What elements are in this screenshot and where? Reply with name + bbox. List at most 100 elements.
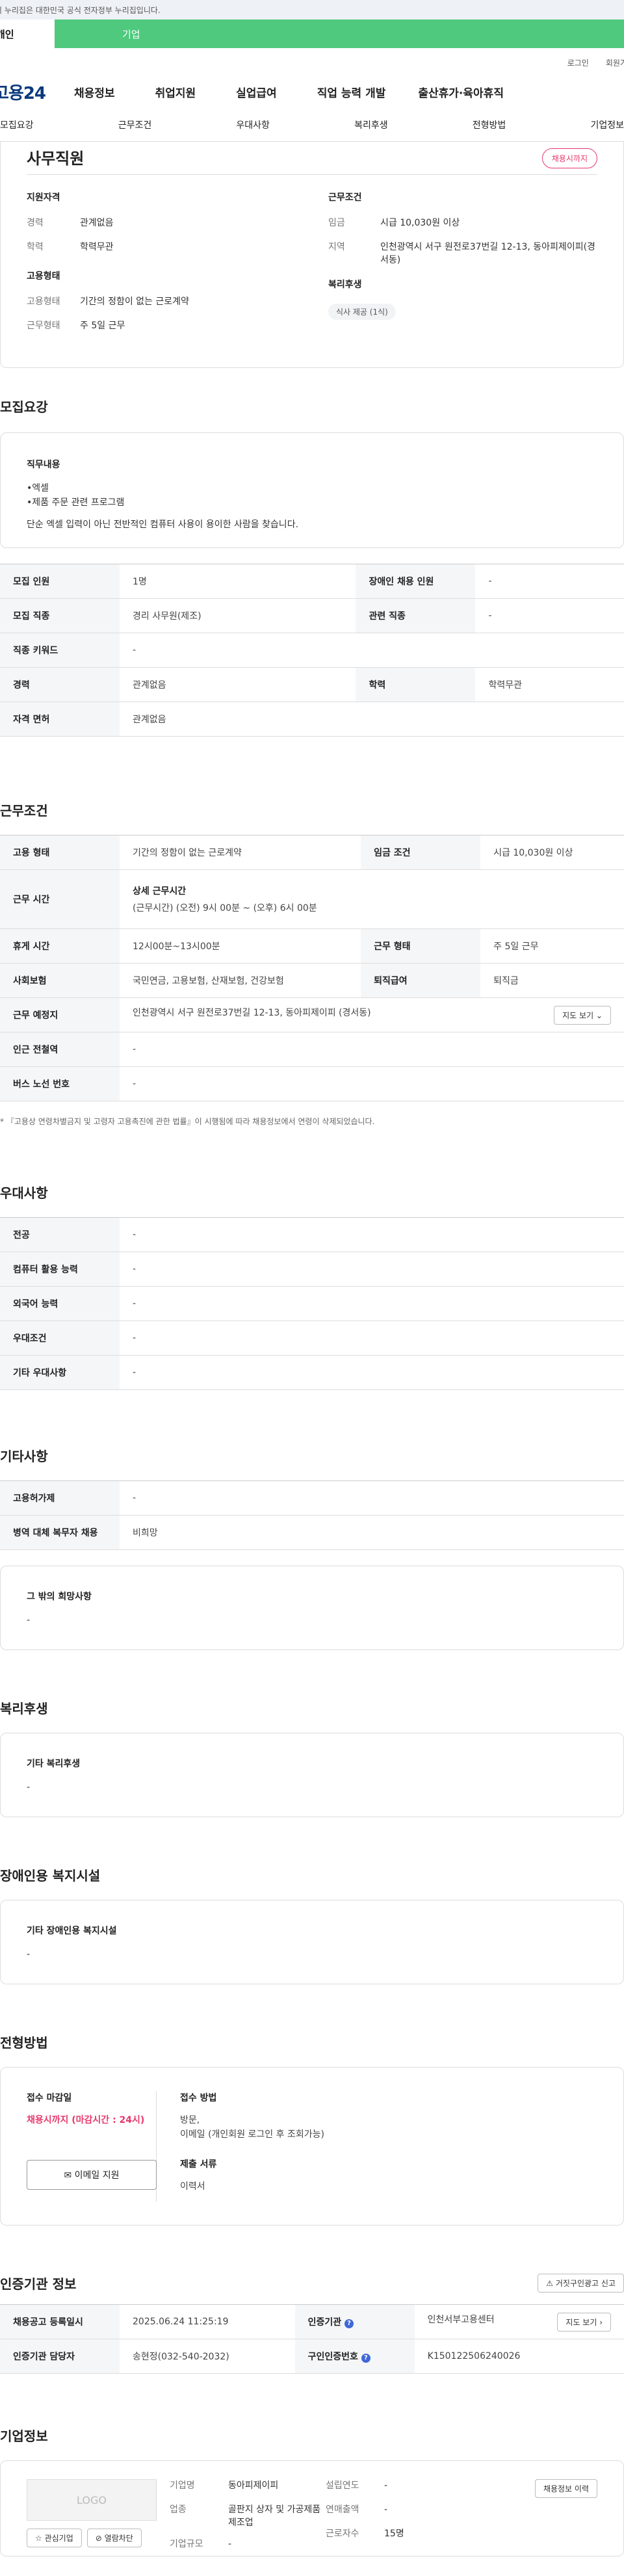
site-logo[interactable]: 고용24	[0, 80, 74, 104]
cell-value: 12시00분~13시00분	[120, 928, 361, 964]
work-table: 고용 형태 기간의 정함이 없는 근로계약 임금 조건 시급 10,030원 이상 근…	[0, 835, 624, 1101]
job-desc-line: 단순 엑셀 입력이 아닌 전반적인 컴퓨터 사용이 용이한 사람을 찾습니다.	[27, 519, 299, 530]
global-nav: 고용24 채용정보 취업지원 실업급여 직업 능력 개발 출산휴가·육아휴직	[0, 75, 624, 108]
age-note: * 『고용상 연령차별금지 및 고령자 고용촉진에 관한 법률』이 시행됨에 따…	[0, 1117, 375, 1126]
info-icon[interactable]: ?	[361, 2354, 370, 2363]
emp-label: 고용형태	[27, 296, 60, 307]
etc-section: 기타사항 고용허가제 - 병역 대체 복무자 채용 비희망 그 밖의 희망사항 -	[0, 1446, 624, 1650]
cell-label: 경력	[0, 667, 120, 702]
welfare-box: 기타 복리후생 -	[0, 1733, 624, 1817]
tab-personal[interactable]: 개인	[0, 20, 55, 48]
box-value: -	[27, 1782, 31, 1793]
workplace-address: 인천광역시 서구 원전로37번길 12-13, 동아피제이피 (경서동)	[133, 1007, 371, 1018]
box-heading: 기타 장애인용 복지시설	[27, 1926, 117, 1936]
selection-heading: 전형방법	[0, 2035, 48, 2051]
cell-value: 송현정(032-540-2032)	[120, 2339, 295, 2374]
block-view-button[interactable]: ⊘ 열람차단	[86, 2529, 142, 2547]
company-logo-area: LOGO ☆ 관심기업 ⊘ 열람차단	[27, 2479, 170, 2547]
cell-label: 인증기관 담당자	[0, 2339, 120, 2374]
cell-label: 인증기관 ?	[294, 2304, 415, 2339]
cell-label: 근무 시간	[0, 869, 120, 929]
cell-label: 버스 노선 번호	[0, 1066, 120, 1101]
tab-recruit[interactable]: 모집요강	[0, 118, 34, 131]
cell-label: 사회보험	[0, 963, 120, 998]
emp-value: 기간의 정함이 없는 근로계약	[80, 296, 189, 307]
email-apply-button[interactable]: ✉ 이메일 지원	[27, 2160, 157, 2190]
company-label: 연매출액	[326, 2504, 359, 2515]
cell-label: 채용공고 등록일시	[0, 2304, 120, 2339]
company-value: 동아피제이피	[228, 2480, 279, 2491]
false-ad-report-button[interactable]: ⚠ 거짓구인광고 신고	[538, 2274, 624, 2293]
cell-value: -	[120, 1480, 624, 1516]
gnb-item-jobs[interactable]: 채용정보	[74, 84, 115, 100]
cell-value: -	[120, 1286, 624, 1321]
tab-personal-label: 개인	[0, 28, 14, 40]
table-row: 기타 우대사항 -	[0, 1355, 624, 1390]
company-value: -	[384, 2480, 388, 2491]
tab-welfare[interactable]: 복리후생	[354, 118, 388, 131]
login-link[interactable]: 로그인	[567, 57, 589, 68]
cell-label: 고용허가제	[0, 1480, 120, 1516]
tab-company[interactable]: 기업	[55, 20, 624, 48]
gnb-item-parental-leave[interactable]: 출산휴가·육아휴직	[418, 84, 504, 100]
company-section: 기업정보 LOGO ☆ 관심기업 ⊘ 열람차단 기업명 동아피제이피 업종 골판지 …	[0, 2426, 624, 2556]
cell-label: 근무 예정지	[0, 997, 120, 1032]
tab-work-conditions[interactable]: 근무조건	[118, 118, 152, 131]
section-tabs: 모집요강 근무조건 우대사항 복리후생 전형방법 기업정보	[0, 108, 624, 142]
company-info-right: 설립연도 - 연매출액 - 근로자수 15명	[326, 2479, 456, 2539]
job-title: 사무직원	[27, 150, 84, 168]
table-row: 휴게 시간 12시00분~13시00분 근무 형태 주 5일 근무	[0, 928, 624, 964]
cell-label: 직종 키워드	[0, 633, 120, 668]
gnb-item-employment-support[interactable]: 취업지원	[155, 84, 196, 100]
cell-value: -	[120, 1321, 624, 1356]
map-view-button[interactable]: 지도 보기 ⌄	[554, 1005, 611, 1025]
cond-label: 지역	[328, 242, 345, 252]
work-conditions-summary: 근무조건 임금 시급 10,030원 이상 지역 인천광역시 서구 원전로37번길 …	[328, 191, 597, 343]
utility-bar: 로그인 회원가입	[0, 48, 624, 75]
cell-label: 모집 인원	[0, 564, 120, 599]
tab-company[interactable]: 기업정보	[590, 118, 624, 131]
qual-value: 학력무관	[80, 242, 114, 252]
cell-label: 자격 면허	[0, 702, 120, 737]
table-row: 전공 -	[0, 1217, 624, 1252]
table-row: 병역 대체 복무자 채용 비희망	[0, 1515, 624, 1550]
company-heading: 기업정보	[0, 2428, 48, 2444]
cell-value: -	[475, 598, 624, 633]
cell-label: 전공	[0, 1217, 120, 1252]
deadline-column: 접수 마감일 채용시까지 (마감시간 : 24시) ✉ 이메일 지원	[27, 2091, 157, 2201]
tab-selection[interactable]: 전형방법	[473, 118, 506, 131]
cell-label: 기타 우대사항	[0, 1355, 120, 1390]
cell-value: 인천서부고용센터 지도 보기 ›	[414, 2304, 624, 2339]
cell-value: 관계없음	[120, 702, 624, 737]
company-label: 설립연도	[326, 2480, 359, 2491]
tab-preferences[interactable]: 우대사항	[236, 118, 270, 131]
work-section: 근무조건 고용 형태 기간의 정함이 없는 근로계약 임금 조건 시급 10,030원…	[0, 800, 624, 1127]
emp-heading: 고용형태	[27, 271, 60, 282]
detail-hours-label: 상세 근무시간	[133, 886, 187, 897]
preferences-section: 우대사항 전공 - 컴퓨터 활용 능력 - 외국어 능력 - 우대조건 - 기타 우대사…	[0, 1183, 624, 1390]
pref-heading: 우대사항	[0, 1185, 48, 1201]
cell-value: 학력무관	[475, 667, 624, 702]
cell-label: 구인인증번호 ?	[294, 2339, 415, 2374]
company-label: 기업규모	[170, 2539, 203, 2549]
cell-value: 비희망	[120, 1515, 624, 1550]
table-row: 우대조건 -	[0, 1321, 624, 1356]
favorite-company-button[interactable]: ☆ 관심기업	[27, 2529, 82, 2547]
job-history-button[interactable]: 채용정보 이력	[534, 2479, 597, 2498]
cert-map-button[interactable]: 지도 보기 ›	[557, 2312, 611, 2332]
recruit-heading: 모집요강	[0, 399, 48, 415]
cond-value: 시급 10,030원 이상	[380, 218, 460, 228]
gnb-item-training[interactable]: 직업 능력 개발	[317, 84, 386, 100]
emp-label: 근무형태	[27, 321, 60, 331]
company-info-left: 기업명 동아피제이피 업종 골판지 상자 및 가공제품 제조업 기업규모 -	[170, 2479, 326, 2549]
signup-link[interactable]: 회원가입	[606, 57, 624, 68]
table-row: 근무 예정지 인천광역시 서구 원전로37번길 12-13, 동아피제이피 (경서…	[0, 997, 624, 1032]
welfare-tag: 식사 제공 (1식)	[328, 304, 396, 320]
gnb-item-unemployment-benefit[interactable]: 실업급여	[236, 84, 277, 100]
cell-label: 장애인 채용 인원	[356, 564, 476, 599]
cell-label: 임금 조건	[361, 835, 481, 870]
company-label: 기업명	[170, 2480, 195, 2491]
job-desc-heading: 직무내용	[27, 460, 60, 470]
cell-value: -	[120, 1355, 624, 1390]
info-icon[interactable]: ?	[344, 2319, 354, 2328]
